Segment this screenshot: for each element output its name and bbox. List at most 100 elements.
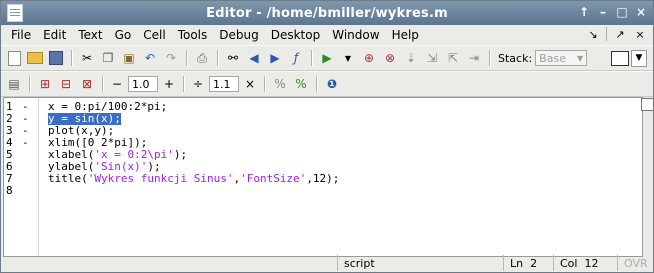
paste-button[interactable]: ▣ (120, 49, 138, 67)
pin-icon[interactable]: ↑ (578, 5, 590, 19)
run-button[interactable]: ▶ (318, 49, 336, 67)
print-button[interactable]: ⎙ (193, 49, 211, 67)
layout-box-icon (611, 50, 629, 66)
arrow-left-icon: ◀ (249, 51, 259, 65)
step-out-button[interactable]: ⇱ (444, 49, 462, 67)
multiply-value-field[interactable]: 1.1 (209, 76, 239, 92)
line-number: 8 (6, 184, 13, 197)
menu-tools[interactable]: Tools (172, 28, 214, 42)
chevron-down-icon[interactable]: ▼ (631, 49, 647, 67)
dock-icon[interactable]: ↘ (586, 28, 600, 41)
increment-button[interactable]: + (161, 77, 177, 91)
editor-corner-box[interactable] (641, 98, 654, 111)
editor-window: Editor - /home/bmiller/wykres.m ↑ – □ × … (0, 0, 654, 273)
toolbar-separator (71, 50, 72, 66)
undo-icon: ↶ (144, 51, 156, 65)
minimize-icon[interactable]: – (597, 5, 609, 19)
window-title: Editor - /home/bmiller/wykres.m (206, 5, 448, 21)
title-bar[interactable]: Editor - /home/bmiller/wykres.m ↑ – □ × (1, 1, 653, 25)
toolbar-separator (183, 76, 184, 92)
step-in-icon: ⇲ (426, 51, 438, 65)
menu-desktop[interactable]: Desktop (265, 28, 327, 42)
eval-file-button[interactable]: ⊠ (78, 75, 96, 93)
redo-button[interactable]: ↷ (162, 49, 180, 67)
redo-icon: ↷ (165, 51, 177, 65)
continue-button[interactable]: ⇥ (465, 49, 483, 67)
menu-debug[interactable]: Debug (213, 28, 264, 42)
eval-cell-advance-button[interactable]: ⊟ (57, 75, 75, 93)
breakpoint-marker[interactable]: - (22, 137, 29, 149)
open-file-button[interactable] (26, 49, 44, 67)
cell-mode-icon: ▤ (8, 77, 20, 91)
menu-edit[interactable]: Edit (37, 28, 72, 42)
code-editor[interactable]: 1-x = 0:pi/100:2*pi; 2- y = sin(x); 3- plot(… (3, 97, 654, 257)
binoculars-icon: ⚯ (227, 51, 239, 65)
uncomment-button[interactable]: % (292, 75, 310, 93)
copy-icon: ❐ (102, 51, 114, 65)
continue-icon: ⇥ (468, 51, 480, 65)
step-in-button[interactable]: ⇲ (423, 49, 441, 67)
step-out-icon: ⇱ (447, 51, 459, 65)
cell-toolbar: ▤ ⊞ ⊟ ⊠ − 1.0 + ÷ 1.1 × % % ❶ (1, 71, 653, 97)
toolbar-separator (316, 76, 317, 92)
status-column-label: Col (560, 256, 578, 270)
maximize-icon[interactable]: □ (616, 5, 628, 19)
back-button[interactable]: ◀ (245, 49, 263, 67)
status-line: Ln 2 (503, 255, 553, 271)
run-dropdown-button[interactable]: ▼ (339, 49, 357, 67)
divide-button[interactable]: ÷ (190, 77, 206, 91)
menu-window-controls: ↘ ↗ × (586, 27, 647, 41)
toolbar-separator (311, 50, 312, 66)
menu-window[interactable]: Window (326, 28, 385, 42)
help-button[interactable]: ❶ (323, 75, 341, 93)
menu-go[interactable]: Go (109, 28, 138, 42)
cut-icon: ✂ (81, 51, 93, 65)
cut-button[interactable]: ✂ (78, 49, 96, 67)
string-literal: 'Wykres funkcji Sinus' (87, 172, 234, 185)
step-button[interactable]: ⇣ (402, 49, 420, 67)
decrement-button[interactable]: − (109, 77, 125, 91)
stack-select[interactable]: Base ▼ (535, 50, 588, 66)
code-line[interactable]: title('Wykres funkcji Sinus','FontSize',… (48, 173, 339, 185)
menu-cell[interactable]: Cell (137, 28, 171, 42)
open-folder-icon (27, 52, 43, 64)
forward-button[interactable]: ▶ (266, 49, 284, 67)
status-column-value: 12 (584, 256, 599, 270)
status-line-label: Ln (510, 256, 524, 270)
new-file-button[interactable] (5, 49, 23, 67)
close-document-icon[interactable]: × (633, 28, 647, 41)
toolbar-separator (29, 76, 30, 92)
cell-mode-button[interactable]: ▤ (5, 75, 23, 93)
multiply-button[interactable]: × (242, 77, 258, 91)
string-literal: 'FontSize' (240, 172, 307, 185)
function-button[interactable]: ƒ (287, 49, 305, 67)
paste-icon: ▣ (123, 51, 135, 65)
undo-button[interactable]: ↶ (141, 49, 159, 67)
chevron-down-icon: ▼ (577, 53, 584, 63)
comment-button[interactable]: % (271, 75, 289, 93)
toolbar-separator (217, 50, 218, 66)
save-button[interactable] (47, 49, 65, 67)
stack-label: Stack: (498, 51, 533, 65)
new-file-icon (7, 50, 21, 66)
close-icon[interactable]: × (635, 5, 647, 19)
copy-button[interactable]: ❐ (99, 49, 117, 67)
clear-breakpoints-button[interactable]: ⊗ (381, 49, 399, 67)
menu-help[interactable]: Help (386, 28, 425, 42)
stack-select-value: Base (539, 51, 566, 65)
find-button[interactable]: ⚯ (224, 49, 242, 67)
menu-file[interactable]: File (5, 28, 37, 42)
toolbar-separator (489, 50, 490, 66)
eval-cell-button[interactable]: ⊞ (36, 75, 54, 93)
main-toolbar: ✂ ❐ ▣ ↶ ↷ ⎙ ⚯ ◀ ▶ ƒ ▶ ▼ ⊕ ⊗ ⇣ ⇲ ⇱ ⇥ Stac… (1, 45, 653, 71)
chevron-down-icon: ▼ (344, 53, 352, 63)
uncomment-icon: % (295, 77, 307, 91)
set-breakpoint-button[interactable]: ⊕ (360, 49, 378, 67)
decrement-value-field[interactable]: 1.0 (128, 76, 158, 92)
menu-text[interactable]: Text (72, 28, 108, 42)
status-bar: script Ln 2 Col 12 OVR (1, 254, 653, 272)
info-icon: ❶ (326, 77, 338, 91)
print-icon: ⎙ (197, 50, 207, 65)
undock-icon[interactable]: ↗ (613, 28, 627, 41)
layout-selector[interactable]: ▼ (611, 49, 647, 67)
